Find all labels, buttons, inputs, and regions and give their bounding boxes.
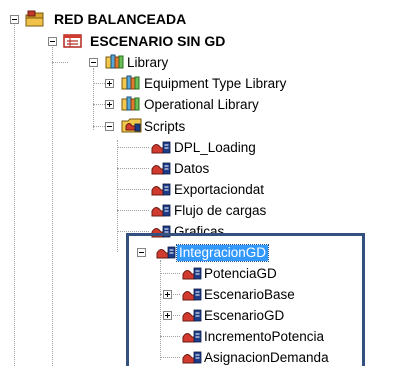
tree-label: DPL_Loading [174, 140, 256, 155]
expand-toggle[interactable] [105, 100, 114, 109]
project-tree: RED BALANCEADA ESCENARIO SIN GD Library [0, 0, 407, 366]
library-icon [121, 96, 140, 111]
tree-label: Datos [174, 161, 210, 176]
dpl-script-icon [182, 309, 202, 322]
tree-node-script[interactable]: Datos [0, 159, 300, 179]
dpl-script-icon [182, 351, 202, 364]
tree-node-script[interactable]: Graficas [0, 222, 300, 242]
tree-node-integracion[interactable]: IntegracionGD [0, 243, 340, 263]
tree-label: Graficas [174, 224, 225, 239]
dpl-script-icon [151, 162, 171, 175]
dpl-script-icon [182, 330, 202, 343]
dpl-script-icon [151, 204, 171, 217]
dpl-script-icon [151, 225, 171, 238]
scripts-folder-icon [121, 118, 142, 133]
expand-toggle[interactable] [163, 290, 172, 299]
expand-toggle[interactable] [105, 79, 114, 88]
expand-toggle[interactable] [163, 311, 172, 320]
tree-node-script[interactable]: Exportaciondat [0, 180, 300, 200]
collapse-toggle[interactable] [137, 248, 146, 257]
tree-node-script[interactable]: PotenciaGD [0, 264, 360, 284]
tree-node-equipment-type-library[interactable]: Equipment Type Library [0, 74, 330, 94]
tree-label: Scripts [144, 119, 186, 134]
dpl-script-icon [151, 183, 171, 196]
dpl-script-icon [156, 246, 176, 259]
tree-label: Equipment Type Library [144, 76, 287, 91]
collapse-toggle[interactable] [105, 122, 114, 131]
collapse-toggle[interactable] [48, 37, 57, 46]
tree-label: RED BALANCEADA [54, 11, 187, 27]
tree-label: Operational Library [144, 97, 259, 112]
tree-node-library[interactable]: Library [0, 53, 200, 73]
tree-node-root[interactable]: RED BALANCEADA [0, 10, 260, 30]
tree-node-script[interactable]: DPL_Loading [0, 138, 300, 158]
library-icon [121, 75, 140, 90]
tree-label: ESCENARIO SIN GD [90, 33, 226, 49]
tree-label: PotenciaGD [204, 266, 277, 281]
tree-node-script[interactable]: AsignacionDemanda [0, 348, 360, 366]
tree-label: Exportaciondat [174, 182, 265, 197]
tree-node-script[interactable]: Flujo de cargas [0, 201, 300, 221]
dpl-script-icon [182, 267, 202, 280]
tree-label: EscenarioGD [204, 308, 285, 323]
tree-node-scenario[interactable]: ESCENARIO SIN GD [0, 32, 280, 52]
tree-node-operational-library[interactable]: Operational Library [0, 95, 300, 115]
tree-label: IncrementoPotencia [204, 329, 325, 344]
dpl-script-icon [182, 288, 202, 301]
tree-node-script[interactable]: EscenarioBase [0, 285, 360, 305]
tree-label: AsignacionDemanda [204, 350, 329, 365]
library-icon [105, 54, 124, 69]
collapse-toggle[interactable] [10, 15, 19, 24]
collapse-toggle[interactable] [89, 58, 98, 67]
project-folder-icon [25, 10, 44, 27]
tree-label: Library [127, 55, 169, 70]
tree-node-script[interactable]: IncrementoPotencia [0, 327, 360, 347]
tree-node-scripts[interactable]: Scripts [0, 117, 220, 137]
tree-node-script[interactable]: EscenarioGD [0, 306, 360, 326]
grid-study-icon [63, 34, 82, 48]
tree-label: EscenarioBase [204, 287, 295, 302]
tree-label: Flujo de cargas [174, 203, 267, 218]
tree-label-selected: IntegracionGD [175, 244, 270, 262]
dpl-script-icon [151, 141, 171, 154]
